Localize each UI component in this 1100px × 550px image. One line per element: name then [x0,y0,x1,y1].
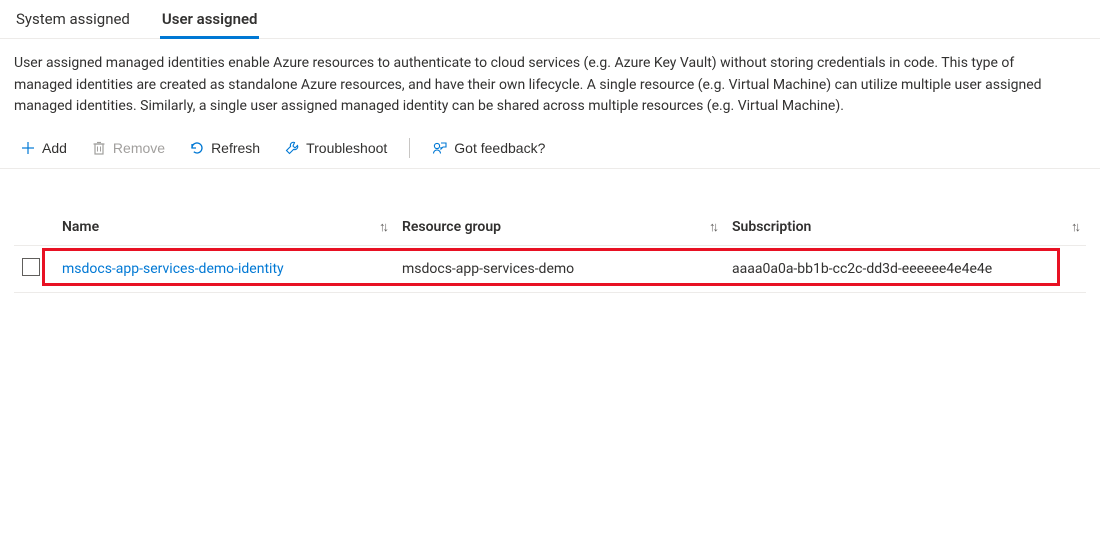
toolbar: Add Remove Refresh Troubleshoot Got feed… [0,118,1100,169]
tab-system-assigned[interactable]: System assigned [14,6,132,38]
feedback-icon [432,140,448,156]
column-header-resource-group[interactable]: Resource group ↑↓ [394,209,724,246]
troubleshoot-button[interactable]: Troubleshoot [274,136,397,160]
remove-button: Remove [81,136,175,160]
add-label: Add [42,140,67,156]
tab-user-assigned[interactable]: User assigned [160,6,260,38]
identity-resource-group: msdocs-app-services-demo [402,261,574,277]
column-header-name[interactable]: Name ↑↓ [54,209,394,246]
tabs: System assigned User assigned [0,0,1100,39]
identity-table: Name ↑↓ Resource group ↑↓ Subscription ↑… [14,209,1086,293]
sort-icon: ↑↓ [709,219,716,235]
add-button[interactable]: Add [10,136,77,160]
column-header-rg-label: Resource group [402,219,501,235]
description-text: User assigned managed identities enable … [0,39,1060,118]
row-checkbox[interactable] [22,258,40,276]
remove-label: Remove [113,140,165,156]
identity-subscription: aaaa0a0a-bb1b-cc2c-dd3d-eeeeee4e4e4e [732,261,992,277]
column-header-subscription[interactable]: Subscription ↑↓ [724,209,1086,246]
column-header-checkbox [14,209,54,246]
troubleshoot-label: Troubleshoot [306,140,387,156]
refresh-icon [189,140,205,156]
wrench-icon [284,140,300,156]
sort-icon: ↑↓ [379,219,386,235]
column-header-sub-label: Subscription [732,219,811,235]
toolbar-separator [409,138,410,158]
refresh-label: Refresh [211,140,260,156]
sort-icon: ↑↓ [1071,219,1078,235]
identity-table-wrap: Name ↑↓ Resource group ↑↓ Subscription ↑… [0,209,1100,293]
feedback-button[interactable]: Got feedback? [422,136,555,160]
table-row[interactable]: msdocs-app-services-demo-identity msdocs… [14,246,1086,293]
plus-icon [20,140,36,156]
refresh-button[interactable]: Refresh [179,136,270,160]
identity-name-link[interactable]: msdocs-app-services-demo-identity [62,261,284,277]
feedback-label: Got feedback? [454,140,545,156]
column-header-name-label: Name [62,219,99,235]
trash-icon [91,140,107,156]
